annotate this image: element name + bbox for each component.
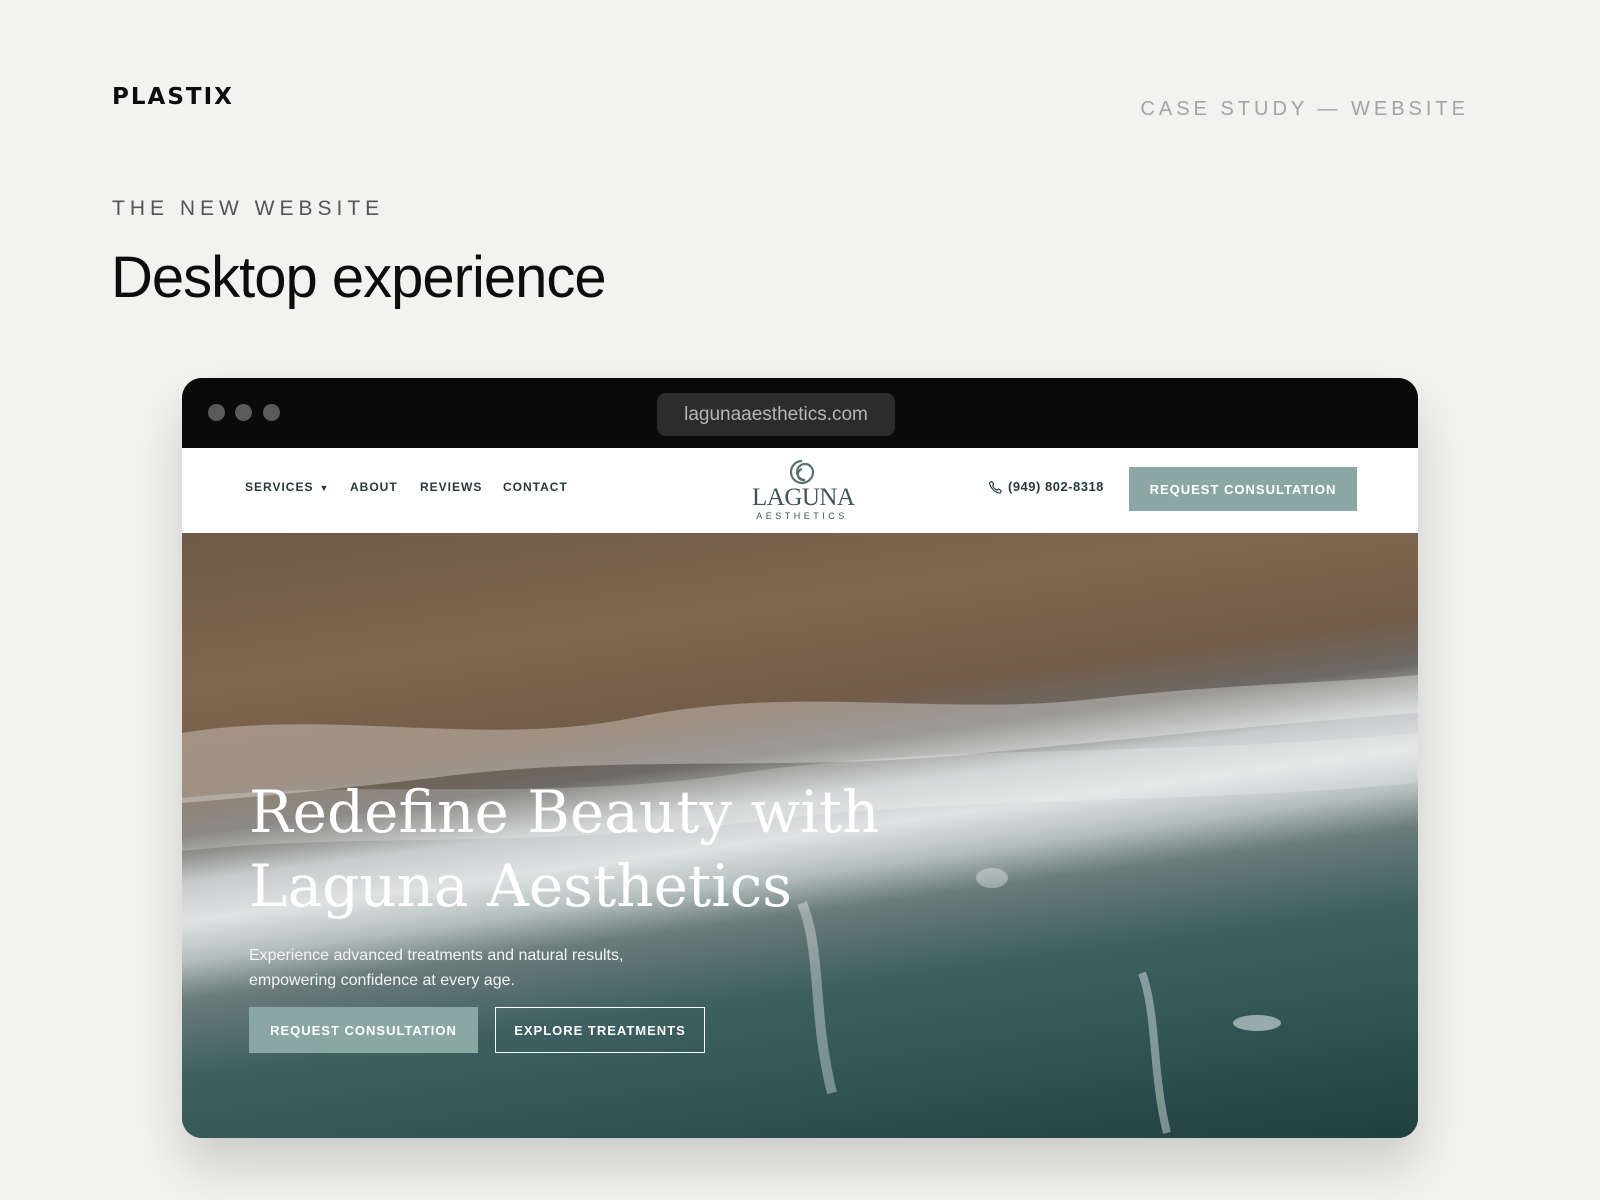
explore-treatments-button[interactable]: EXPLORE TREATMENTS: [495, 1007, 705, 1053]
hero-headline-line2: Laguna Aesthetics: [249, 852, 793, 920]
spiral-icon: [789, 459, 815, 485]
hero-headline: Redefine Beauty with Laguna Aesthetics: [249, 775, 949, 923]
phone-link[interactable]: (949) 802-8318: [988, 479, 1104, 495]
nav-item-reviews[interactable]: REVIEWS: [420, 480, 482, 494]
logo-subtitle: AESTHETICS: [756, 511, 848, 521]
nav-item-about[interactable]: ABOUT: [350, 480, 398, 494]
case-study-label: CASE STUDY — WEBSITE: [1140, 98, 1469, 120]
window-dot-maximize[interactable]: [263, 404, 280, 421]
logo-wordmark: LAGUNA: [752, 484, 855, 511]
nav-item-services[interactable]: SERVICES ▼: [245, 480, 329, 494]
hero-section: Redefine Beauty with Laguna Aesthetics E…: [182, 533, 1418, 1138]
phone-icon: [989, 480, 1002, 494]
url-bar[interactable]: lagunaaesthetics.com: [657, 393, 895, 436]
window-dot-close[interactable]: [208, 404, 225, 421]
laguna-logo[interactable]: LAGUNA AESTHETICS: [752, 458, 855, 521]
phone-number: (949) 802-8318: [1008, 479, 1104, 494]
hero-request-consultation-button[interactable]: REQUEST CONSULTATION: [249, 1007, 478, 1053]
plastix-logo: PLASTIX: [112, 84, 234, 110]
site-navbar: SERVICES ▼ ABOUT REVIEWS CONTACT LAGUNA A…: [182, 448, 1418, 533]
browser-mockup: lagunaaesthetics.com SERVICES ▼ ABOUT REV…: [182, 378, 1418, 1138]
chevron-down-icon: ▼: [319, 483, 330, 493]
hero-headline-line1: Redefine Beauty with: [249, 778, 880, 846]
section-eyebrow: THE NEW WEBSITE: [112, 197, 385, 220]
nav-item-label: SERVICES: [245, 480, 314, 494]
page-title: Desktop experience: [111, 245, 607, 310]
window-dot-minimize[interactable]: [235, 404, 252, 421]
browser-chrome: lagunaaesthetics.com: [182, 378, 1418, 448]
hero-subtitle: Experience advanced treatments and natur…: [249, 947, 624, 989]
request-consultation-button[interactable]: REQUEST CONSULTATION: [1129, 467, 1357, 511]
nav-item-contact[interactable]: CONTACT: [503, 480, 568, 494]
